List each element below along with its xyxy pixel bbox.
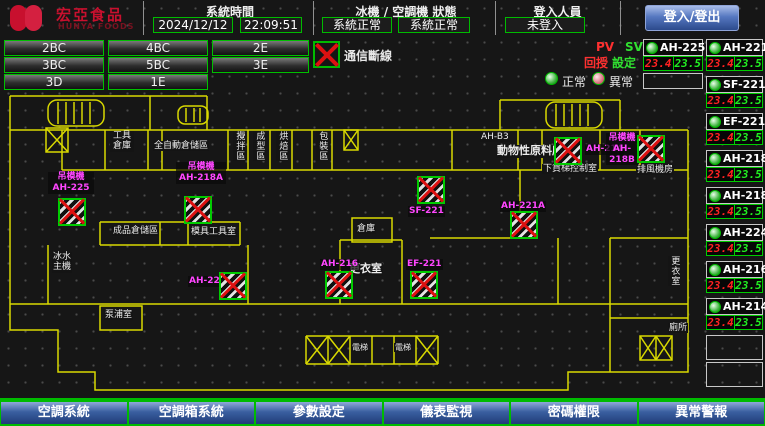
nav-password-authority-button[interactable]: 密碼權限 <box>510 400 638 426</box>
room-label-storeroom: 倉庫 <box>356 224 376 234</box>
bottom-nav-bar: 空調系統 空調箱系統 參數設定 儀表監視 密碼權限 異常警報 <box>0 398 765 426</box>
nav-hvac-system-button[interactable]: 空調系統 <box>0 400 128 426</box>
room-label-exhaust-fan: 排風機房 <box>636 165 674 175</box>
equip-commloss-ah-218a[interactable] <box>184 196 212 224</box>
room-label-packing: 包裝區 <box>316 131 328 161</box>
room-label-baking: 烘焙區 <box>276 131 288 161</box>
equip-tag-ah-218b: 吊模機 AH-218B <box>606 133 638 165</box>
equip-commloss-sf-221[interactable] <box>417 176 445 204</box>
equip-tag-ah-216: AH-216 <box>320 259 359 270</box>
room-label-ah-b3: AH-B3 <box>480 132 510 142</box>
room-label-freight-lift-control: 下貨梯控制室 <box>542 164 598 174</box>
nav-ahu-system-button[interactable]: 空調箱系統 <box>128 400 256 426</box>
equip-tag-ef-221: EF-221 <box>406 259 443 270</box>
equip-tag-sf-221: SF-221 <box>408 206 445 217</box>
equip-commloss-ah-224[interactable] <box>219 272 247 300</box>
room-label-dressing-right: 更衣室 <box>668 256 680 286</box>
room-label-tool-storage: 工具 倉庫 <box>110 131 134 152</box>
equip-commloss-ah-216[interactable] <box>325 271 353 299</box>
room-label-elevator-1: 電梯 <box>351 343 369 352</box>
nav-instrument-monitor-button[interactable]: 儀表監視 <box>383 400 511 426</box>
nav-parameter-settings-button[interactable]: 參數設定 <box>255 400 383 426</box>
room-label-forming: 成型區 <box>253 131 265 161</box>
equip-commloss-ah-221a[interactable] <box>510 211 538 239</box>
room-label-toilet: 廁所 <box>668 323 688 333</box>
equip-commloss-ah-225[interactable] <box>58 198 86 226</box>
room-label-pump: 泵浦室 <box>104 310 133 320</box>
room-label-mold-tool: 模具工具室 <box>190 227 237 237</box>
equip-tag-ah-225: 吊模機 AH-225 <box>48 172 94 194</box>
room-label-auto-warehouse: 全自動倉儲區 <box>153 141 209 151</box>
equip-commloss-ah-214[interactable] <box>554 137 582 165</box>
equip-commloss-ah-218b[interactable] <box>637 135 665 163</box>
nav-abnormal-alarm-button[interactable]: 異常警報 <box>638 400 765 426</box>
room-label-finished-goods: 成品倉儲區 <box>112 226 159 236</box>
room-label-mixing: 攪拌區 <box>233 131 245 161</box>
floor-plan-walls <box>0 0 765 426</box>
equip-tag-ah-218a: 吊模機 AH-218A <box>176 162 226 184</box>
room-label-elevator-2: 電梯 <box>394 343 412 352</box>
room-label-chilled-water: 冰水 主機 <box>52 252 72 273</box>
equip-commloss-ef-221[interactable] <box>410 271 438 299</box>
